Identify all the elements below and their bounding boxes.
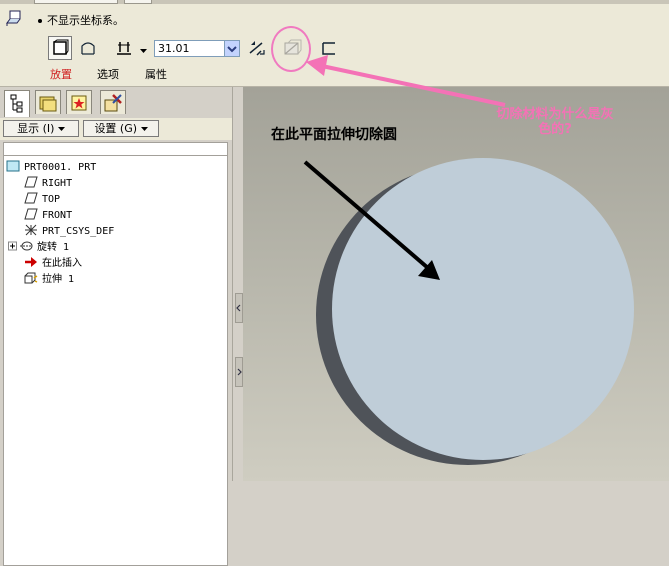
navigator-panel: 显示 (I) 设置 (G) PRT0001. PRT RIGHT TOP FRO… [0,87,232,566]
dashboard-top-strip [0,0,669,4]
revolve-icon [19,240,33,252]
tab-properties[interactable]: 属性 [145,66,167,82]
settings-menu-button[interactable]: 设置 (G) [83,120,159,137]
extrude-icon [24,272,38,284]
flip-direction-icon [249,41,265,56]
tree-item-right[interactable]: RIGHT [24,176,72,190]
expand-right-grip[interactable] [235,357,243,387]
tab-model-tree[interactable] [4,90,30,117]
collapse-left-grip[interactable] [235,293,243,323]
chevron-down-icon [140,127,148,131]
tree-item-part[interactable]: PRT0001. PRT [6,160,96,174]
tab-favorites[interactable] [66,90,92,114]
thicken-sketch-button[interactable] [316,36,340,60]
graphics-window[interactable] [243,87,669,481]
annotation-sketch-plane-note: 在此平面拉伸切除圆 [271,127,397,143]
show-menu-label: 显示 (I) [17,122,55,135]
extrude-dashboard: 不显示坐标系。 31.01 放置 选项 属性 [0,0,669,87]
flip-direction-button[interactable] [245,36,269,60]
cylinder-front-face[interactable] [332,158,634,460]
tree-item-revolve[interactable]: 旋转 1 [8,240,69,254]
tab-placement[interactable]: 放置 [50,66,72,82]
extrude-feature-icon [4,8,24,28]
tab-connections[interactable] [100,90,126,114]
dashboard-option-text: 不显示坐标系。 [38,12,124,28]
tree-item-label: 旋转 1 [37,242,70,253]
show-menu-button[interactable]: 显示 (I) [3,120,79,137]
datum-plane-icon [24,176,38,188]
tree-item-label: 在此插入 [42,258,82,269]
tree-item-label: PRT_CSYS_DEF [42,226,115,237]
depth-option-button[interactable] [112,36,138,60]
tree-item-label: 拉伸 1 [42,274,75,285]
model-tree-icon [10,94,23,113]
tree-item-insert-here[interactable]: 在此插入 [24,256,82,270]
part-icon [6,160,20,172]
model-viewport[interactable] [243,87,669,481]
toolbar-tab-stub [34,0,118,4]
depth-value: 31.01 [158,42,190,55]
tab-options[interactable]: 选项 [97,66,119,82]
favorites-star-icon [71,95,87,111]
chevron-down-icon [57,127,65,131]
surface-icon [81,42,95,55]
extrude-surface-button[interactable] [76,36,100,60]
depth-value-combo[interactable]: 31.01 [154,40,240,57]
toolbar-tab-stub [124,0,152,4]
extrude-solid-button[interactable] [48,36,72,60]
tree-item-csys[interactable]: PRT_CSYS_DEF [24,224,114,238]
settings-menu-label: 设置 (G) [94,122,138,135]
tree-item-label: TOP [42,194,61,205]
model-tree: PRT0001. PRT RIGHT TOP FRONT PRT_CSYS_DE… [3,156,228,566]
datum-plane-icon [24,192,38,204]
annotation-question-note: 切除材料为什么是灰色的? [496,107,614,137]
thicken-icon [322,42,335,55]
tab-folder-browser[interactable] [35,90,61,114]
tree-item-front[interactable]: FRONT [24,208,72,222]
tree-item-extrude[interactable]: 拉伸 1 [24,272,74,286]
tree-item-label: RIGHT [42,178,73,189]
folder-icon [39,96,57,112]
tree-item-label: FRONT [42,210,73,221]
chevron-down-icon[interactable] [224,41,239,56]
tree-item-label: PRT0001. PRT [24,162,97,173]
expand-plus-icon[interactable] [8,240,17,252]
model-tree-header [3,142,228,156]
annotation-highlight-ellipse [271,26,311,72]
tree-item-top[interactable]: TOP [24,192,60,206]
connections-tools-icon [104,94,122,112]
depth-option-dropdown-icon[interactable] [140,44,147,57]
insert-here-arrow-icon [24,256,38,268]
csys-icon [24,224,38,236]
datum-plane-icon [24,208,38,220]
solid-icon [53,39,69,55]
blind-depth-icon [117,42,131,55]
